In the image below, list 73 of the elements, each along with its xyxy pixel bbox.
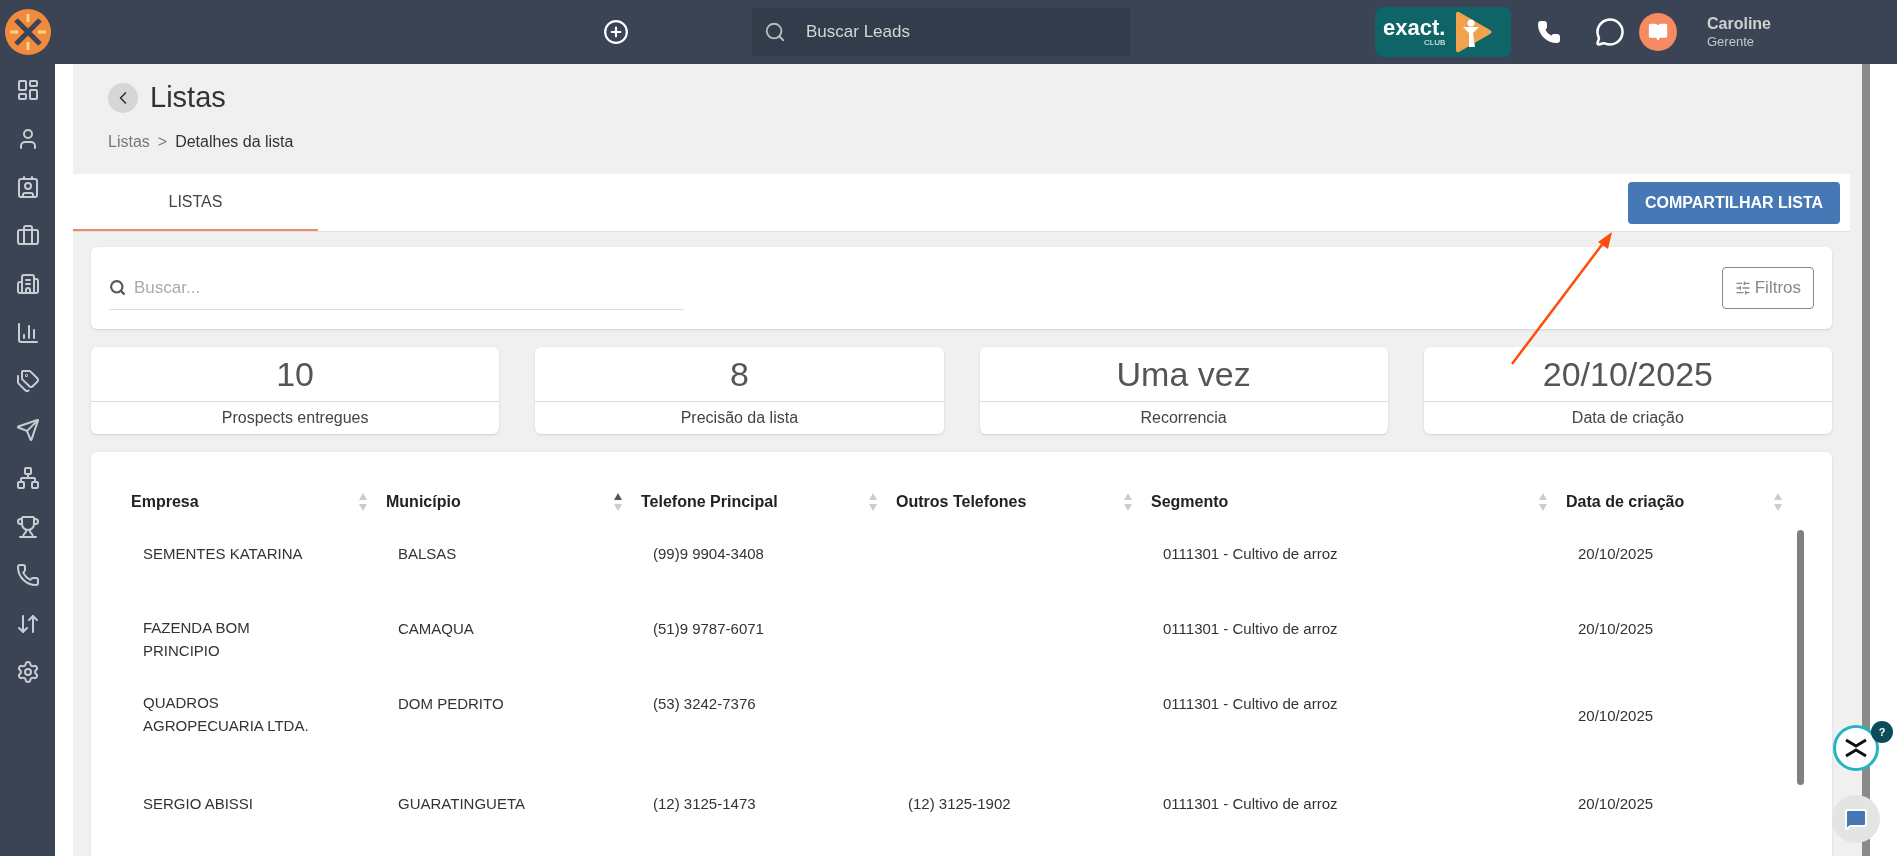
sort-icon[interactable]: [613, 491, 623, 513]
contact-card-icon[interactable]: [15, 175, 40, 199]
table-cell-text: QUADROS AGROPECUARIA LTDA.: [143, 693, 310, 736]
table-cell: GUARATINGUETA: [398, 795, 525, 812]
briefcase-icon[interactable]: [15, 223, 40, 248]
table-cell: BALSAS: [398, 545, 457, 562]
table-cell: 20/10/2025: [1578, 545, 1654, 562]
table-cell: DOM PEDRITO: [398, 695, 504, 712]
dashboard-icon[interactable]: [15, 78, 40, 102]
table-cell: 0111301 - Cultivo de arroz: [1163, 795, 1338, 812]
stat-value: 10: [91, 347, 500, 402]
send-icon[interactable]: [15, 417, 40, 442]
stat-label: Data de criação: [1570, 408, 1685, 428]
table-cell: 0111301 - Cultivo de arroz: [1163, 620, 1338, 637]
stat-label: Precisão da lista: [679, 408, 800, 428]
stat-value: Uma vez: [979, 347, 1388, 402]
table-cell: 0111301 - Cultivo de arroz: [1163, 695, 1338, 712]
table-cell: 20/10/2025: [1578, 795, 1654, 812]
user-name[interactable]: Caroline: [1707, 13, 1771, 34]
message-icon: [1844, 807, 1868, 831]
reading-book-icon[interactable]: [1639, 13, 1677, 51]
search-icon: [109, 279, 126, 296]
settings-icon[interactable]: [15, 660, 40, 684]
column-header[interactable]: Telefone Principal: [641, 490, 778, 514]
stat-value: 20/10/2025: [1423, 347, 1832, 402]
column-header[interactable]: Município: [386, 490, 461, 514]
building-icon[interactable]: [15, 272, 40, 296]
play-figure-icon: [1453, 11, 1494, 53]
table-cell: (99)9 9904-3408: [653, 545, 764, 562]
stat-value: 8: [535, 347, 944, 402]
brand-wordmark: exact.: [1383, 17, 1446, 39]
lead-search-field[interactable]: Buscar Leads: [806, 19, 1086, 45]
column-header[interactable]: Segmento: [1151, 490, 1229, 514]
table-cell-text: FAZENDA BOM PRINCIPIO: [143, 618, 251, 661]
table-cell: 20/10/2025: [1578, 707, 1654, 724]
share-list-button[interactable]: COMPARTILHAR LISTA: [1628, 181, 1840, 224]
search-field[interactable]: Buscar...: [134, 274, 654, 301]
user-role: Gerente: [1707, 33, 1755, 51]
stat-label: Prospects entregues: [220, 408, 370, 428]
column-header[interactable]: Outros Telefones: [896, 490, 1027, 514]
breadcrumb-item: Detalhes da lista: [175, 131, 294, 152]
column-header[interactable]: Empresa: [131, 490, 199, 514]
table-cell-text: SEMENTES KATARINA: [143, 544, 303, 564]
table-cell: (12) 3125-1473: [653, 795, 756, 812]
breadcrumb-item[interactable]: Listas: [108, 129, 150, 154]
table-cell: 0111301 - Cultivo de arroz: [1163, 545, 1338, 562]
chat-bubble-icon[interactable]: [1595, 17, 1625, 47]
breadcrumb-separator: >: [157, 131, 168, 152]
tab[interactable]: LISTAS: [73, 174, 318, 231]
table-cell: (53) 3242-7376: [653, 695, 756, 712]
add-icon[interactable]: [603, 19, 629, 45]
tags-icon[interactable]: [15, 369, 40, 393]
trophy-icon[interactable]: [15, 514, 40, 539]
column-header[interactable]: Data de criação: [1566, 490, 1685, 514]
bar-chart-icon[interactable]: [15, 320, 40, 345]
back-button[interactable]: [108, 82, 138, 113]
scrollbar-thumb[interactable]: [1797, 530, 1804, 785]
table-cell: (51)9 9787-6071: [653, 620, 764, 637]
stat-label: Recorrencia: [1139, 408, 1228, 428]
search-bar[interactable]: Buscar Leads: [752, 8, 1130, 56]
page-title: Listas: [150, 80, 226, 115]
search-icon: [764, 21, 786, 43]
club-banner[interactable]: exact. CLUB: [1375, 7, 1511, 57]
table-cell-text: SERGIO ABISSI: [143, 794, 254, 814]
table-cell: CAMAQUA: [398, 620, 474, 637]
phone-icon[interactable]: [15, 563, 40, 587]
hierarchy-icon[interactable]: [15, 466, 40, 490]
brand-subtitle: CLUB: [1424, 39, 1446, 47]
logo-icon[interactable]: [3, 8, 52, 56]
sliders-icon: [1734, 280, 1751, 296]
table-cell: 20/10/2025: [1578, 620, 1654, 637]
table-cell: (12) 3125-1902: [908, 795, 1011, 812]
filters-button[interactable]: Filtros: [1721, 267, 1814, 309]
